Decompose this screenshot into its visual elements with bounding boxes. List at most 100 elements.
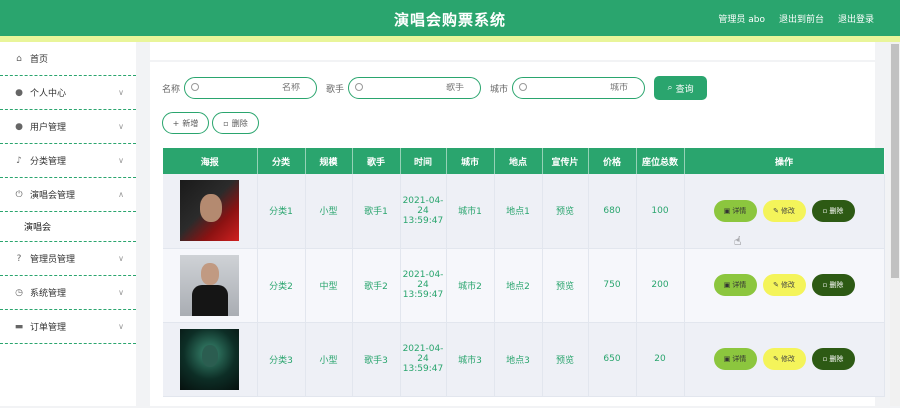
add-button[interactable]: + 新增 <box>162 112 209 134</box>
sidebar-item-profile[interactable]: ● 个人中心 ∨ <box>0 76 136 110</box>
size-cell: 小型 <box>305 322 353 397</box>
sidebar-item-admins[interactable]: ? 管理员管理 ∨ <box>0 242 136 276</box>
operations-cell: ▣ 详情 ✎ 修改 ▫ 删除 <box>684 322 885 397</box>
concert-table: 海报 分类 规模 歌手 时间 城市 地点 宣传片 价格 座位总数 操作 分类1 … <box>163 148 885 397</box>
detail-button[interactable]: ▣ 详情 <box>713 274 757 296</box>
sidebar-subitem-concert[interactable]: 演唱会 <box>0 212 136 242</box>
promo-preview-link[interactable]: 预览 <box>542 322 589 397</box>
table-row: 分类2 中型 歌手2 2021-04-24 13:59:47 城市2 地点2 预… <box>163 248 885 323</box>
category-cell: 分类2 <box>257 248 306 323</box>
ticket-icon: ▬ <box>14 321 24 332</box>
sidebar-item-orders[interactable]: ▬ 订单管理 ∨ <box>0 310 136 344</box>
delete-button[interactable]: ▫ 删除 <box>811 199 855 222</box>
column-header[interactable]: 城市 <box>446 148 495 174</box>
help-icon: ? <box>16 253 22 264</box>
sidebar-item-concerts[interactable]: ⏻ 演唱会管理 ∧ <box>0 178 136 212</box>
chevron-down-icon: ∨ <box>118 122 124 131</box>
sidebar-item-label: 个人中心 <box>30 89 67 99</box>
scrollbar-thumb[interactable] <box>891 44 899 278</box>
city-search-box <box>512 77 646 99</box>
exit-to-front-link[interactable]: 退出到前台 <box>779 12 824 25</box>
delete-button-label: 删除 <box>829 206 844 215</box>
promo-preview-link[interactable]: 预览 <box>542 174 589 249</box>
home-icon: ⌂ <box>16 53 22 64</box>
chevron-up-icon: ∧ <box>118 190 124 199</box>
detail-button-label: 详情 <box>732 355 747 363</box>
detail-button[interactable]: ▣ 详情 <box>713 199 757 222</box>
table-header-row: 海报 分类 规模 歌手 时间 城市 地点 宣传片 价格 座位总数 操作 <box>163 148 885 174</box>
detail-button-label: 详情 <box>732 281 747 289</box>
poster-image[interactable] <box>180 254 240 316</box>
detail-button-label: 详情 <box>732 206 747 215</box>
sidebar-item-label: 分类管理 <box>30 157 67 167</box>
size-cell: 中型 <box>305 248 353 323</box>
edit-icon: ✎ <box>773 355 779 363</box>
query-button[interactable]: ⌕ 查询 <box>654 76 708 100</box>
search-icon <box>191 83 200 91</box>
batch-delete-button-label: 删除 <box>231 118 248 128</box>
sidebar-item-label: 系统管理 <box>30 289 67 299</box>
detail-icon: ▣ <box>723 355 731 363</box>
name-label: 名称 <box>162 84 181 95</box>
breadcrumb <box>150 42 875 60</box>
chevron-down-icon: ∨ <box>118 322 124 331</box>
poster-image[interactable] <box>180 180 240 242</box>
action-buttons: + 新增 ▫ 删除 <box>162 112 259 134</box>
column-header[interactable]: 地点 <box>494 148 543 174</box>
sidebar-item-label: 演唱会管理 <box>30 191 76 201</box>
category-cell: 分类1 <box>257 174 306 249</box>
price-cell: 650 <box>588 322 637 397</box>
delete-button[interactable]: ▫ 删除 <box>811 274 855 296</box>
edit-icon: ✎ <box>773 281 779 289</box>
edit-button[interactable]: ✎ 修改 <box>762 348 806 370</box>
edit-button[interactable]: ✎ 修改 <box>762 274 806 296</box>
sidebar-item-category[interactable]: ♪ 分类管理 ∨ <box>0 144 136 178</box>
poster-image[interactable] <box>180 328 240 390</box>
size-cell: 小型 <box>305 174 353 249</box>
column-header[interactable]: 价格 <box>588 148 637 174</box>
content-card: 名称 歌手 城市 ⌕ 查询 + 新增 <box>150 62 885 406</box>
column-header[interactable]: 宣传片 <box>542 148 589 174</box>
sidebar-item-label: 订单管理 <box>30 323 67 333</box>
category-cell: 分类3 <box>257 322 306 397</box>
user-icon: ● <box>15 87 23 98</box>
sidebar-item-system[interactable]: ◷ 系统管理 ∨ <box>0 276 136 310</box>
trash-icon: ▫ <box>223 118 229 128</box>
data-table-wrap: 海报 分类 规模 歌手 时间 城市 地点 宣传片 价格 座位总数 操作 分类1 … <box>163 148 891 408</box>
sidebar-item-label: 管理员管理 <box>30 255 76 265</box>
table-row: 分类3 小型 歌手3 2021-04-24 13:59:47 城市3 地点3 预… <box>163 322 885 397</box>
sidebar-item-users[interactable]: ● 用户管理 ∨ <box>0 110 136 144</box>
column-header[interactable]: 时间 <box>400 148 447 174</box>
column-header[interactable]: 规模 <box>305 148 353 174</box>
column-header[interactable]: 歌手 <box>352 148 401 174</box>
column-header[interactable]: 分类 <box>257 148 306 174</box>
delete-button-label: 删除 <box>829 281 844 289</box>
poster-cell <box>163 322 258 397</box>
singer-input[interactable] <box>374 83 465 93</box>
place-cell: 地点2 <box>494 248 543 323</box>
batch-delete-button[interactable]: ▫ 删除 <box>212 112 259 134</box>
delete-button[interactable]: ▫ 删除 <box>811 348 855 370</box>
search-bar: 名称 歌手 城市 ⌕ 查询 <box>162 76 708 100</box>
logout-link[interactable]: 退出登录 <box>838 12 874 25</box>
column-header[interactable]: 海报 <box>163 148 258 174</box>
add-button-label: 新增 <box>182 118 199 128</box>
chevron-down-icon: ∨ <box>118 254 124 263</box>
vertical-scrollbar[interactable] <box>890 42 900 406</box>
admin-user-label: 管理员 abo <box>718 15 765 25</box>
promo-preview-link[interactable]: 预览 <box>542 248 589 323</box>
sidebar-item-home[interactable]: ⌂ 首页 <box>0 42 136 76</box>
column-header[interactable]: 座位总数 <box>636 148 685 174</box>
bell-icon: ♪ <box>16 155 22 166</box>
pin-icon: ● <box>15 121 23 132</box>
singer-search-box <box>348 77 482 99</box>
name-input[interactable] <box>210 83 301 93</box>
clock-icon: ◷ <box>15 287 23 298</box>
city-input[interactable] <box>538 83 629 93</box>
hand-cursor-icon: ☝ <box>734 234 742 248</box>
detail-icon: ▣ <box>723 206 731 215</box>
detail-button[interactable]: ▣ 详情 <box>713 348 757 370</box>
edit-button[interactable]: ✎ 修改 <box>762 199 806 222</box>
singer-label: 歌手 <box>326 84 345 95</box>
poster-cell <box>163 174 258 249</box>
